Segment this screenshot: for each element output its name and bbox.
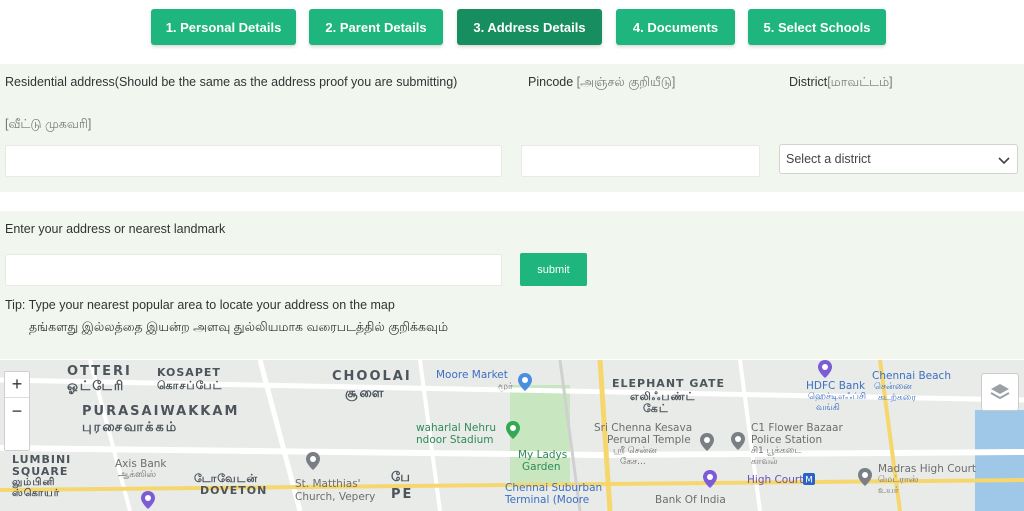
map-label-my-ladys: My Ladys: [518, 449, 568, 461]
map-pin-icon[interactable]: [818, 360, 832, 378]
map-label-police-ta: சி1 பூக்கடை: [751, 446, 802, 456]
map-pin-icon[interactable]: [518, 373, 532, 391]
pincode-label-text: Pincode: [528, 75, 574, 89]
map-label-chennai-suburban-2: Terminal (Moore: [505, 494, 590, 506]
district-label-text: District: [789, 75, 828, 89]
map-label-purasaiwakkam: PURASAIWAKKAM: [82, 404, 240, 419]
map-pin-icon[interactable]: [506, 421, 520, 439]
zoom-in-button[interactable]: +: [5, 372, 29, 398]
step-documents[interactable]: 4. Documents: [616, 9, 735, 45]
map-label-garden: Garden: [522, 461, 561, 473]
map-label-elephant-gate-ta-2: கேட்: [643, 402, 669, 415]
submit-button[interactable]: submit: [520, 253, 587, 286]
map-label-kosapet: KOSAPET: [157, 366, 221, 379]
tip-tamil-text: தங்களது இல்லத்தை இயன்ற அளவு துல்லியமாக வ…: [29, 320, 449, 334]
map-label-perumal-ta-2: கேச...: [620, 457, 646, 467]
map-label-madras-high-court: Madras High Court: [878, 463, 977, 475]
map-label-chennai-beach-ta: சென்னை: [874, 382, 912, 392]
map-label-c1-flower: C1 Flower Bazaar: [751, 422, 843, 434]
map-pin-icon[interactable]: [306, 452, 320, 470]
map-label-square-ta: ஸ்கொயர்: [12, 488, 60, 499]
map-label-hdfc-ta: ஹெச்டிஎஃப்சி: [808, 392, 867, 402]
chevron-down-icon: [998, 157, 1010, 165]
residential-address-tamil-label: [வீட்டு முகவரி]: [5, 117, 92, 131]
map-label-st-matthias-2: Church, Vepery: [295, 491, 376, 503]
district-select[interactable]: Select a district: [779, 144, 1018, 174]
residential-address-label: Residential address(Should be the same a…: [5, 75, 458, 89]
zoom-control: + −: [4, 371, 30, 451]
map-label-otteri: OTTERI: [67, 364, 132, 379]
step-parent-details[interactable]: 2. Parent Details: [309, 9, 443, 45]
landmark-input[interactable]: [5, 254, 502, 286]
map-label-choolai: CHOOLAI: [332, 369, 412, 384]
map-label-kosapet-ta: கொசப்பேட்: [157, 379, 223, 392]
map-label-hdfc-ta-2: வங்கி: [816, 403, 840, 413]
layers-icon: [990, 384, 1010, 400]
map-label-perumal-temple: Perumal Temple: [607, 434, 691, 446]
pincode-label: Pincode [அஞ்சல் குறியீடு]: [528, 73, 675, 92]
district-label: District[மாவட்டம்]: [789, 73, 893, 92]
map-label-axis-bank: Axis Bank: [115, 458, 167, 470]
step-address-details[interactable]: 3. Address Details: [457, 9, 602, 45]
map-label-madras-hc-ta-2: உயர்: [878, 486, 899, 496]
map-label-perumal-ta: ஸ்ரீ சென்ன: [613, 446, 658, 456]
map-label-moore-market-ta: மூர்: [498, 382, 513, 392]
map-label-pe-ta: பே: [391, 470, 412, 485]
map-label-elephant-gate: ELEPHANT GATE: [612, 377, 726, 390]
map-pin-icon[interactable]: [731, 432, 745, 450]
map-label-otteri-ta: ஓட்டேரி: [67, 379, 126, 394]
map-label-madras-hc-ta: மெட்ராஸ்: [878, 475, 919, 485]
pincode-tamil-label: [அஞ்சல் குறியீடு]: [576, 75, 676, 89]
landmark-label: Enter your address or nearest landmark: [5, 222, 226, 236]
step-navigation: 1. Personal Details 2. Parent Details 3.…: [0, 0, 1024, 62]
water-area: [975, 410, 1024, 511]
map-label-sri-chenna: Sri Chenna Kesava: [594, 422, 693, 434]
pincode-input[interactable]: [521, 145, 760, 177]
map-label-doveton: DOVETON: [200, 484, 268, 497]
map-label-moore-market: Moore Market: [436, 369, 508, 381]
tip-text: Tip: Type your nearest popular area to l…: [5, 298, 395, 312]
step-personal-details[interactable]: 1. Personal Details: [151, 9, 296, 45]
map-label-high-court: High Court: [747, 474, 804, 486]
map-label-jln-stadium-2: ndoor Stadium: [416, 434, 494, 446]
map-label-bank-of-india: Bank Of India: [655, 494, 726, 506]
map-label-choolai-ta: சூளை: [345, 386, 386, 401]
map-label-axis-bank-ta: ஆக்ஸிஸ்: [118, 470, 157, 480]
district-select-value: Select a district: [786, 152, 871, 166]
map-label-chennai-beach: Chennai Beach: [872, 370, 951, 382]
map-label-chennai-beach-ta-2: கடற்கரை: [878, 393, 916, 403]
step-select-schools[interactable]: 5. Select Schools: [748, 9, 886, 45]
map-pin-icon[interactable]: [703, 470, 717, 488]
metro-station-icon[interactable]: M: [803, 473, 815, 485]
map-label-jln-stadium: waharlal Nehru: [416, 422, 496, 434]
map-label-st-matthias: St. Matthias': [295, 478, 361, 490]
svg-text:M: M: [805, 476, 813, 486]
layers-button[interactable]: [981, 373, 1019, 411]
map-pin-icon[interactable]: [700, 433, 714, 451]
map-label-chennai-suburban: Chennai Suburban: [505, 482, 603, 494]
map-label-police-station: Police Station: [751, 434, 823, 446]
map-pin-icon[interactable]: [858, 468, 872, 486]
map-label-pe: PE: [391, 487, 414, 502]
map-pin-icon[interactable]: [141, 491, 155, 509]
district-tamil-label: [மாவட்டம்]: [827, 75, 893, 89]
zoom-out-button[interactable]: −: [5, 398, 29, 424]
map-label-police-ta-2: காவல்: [751, 457, 778, 467]
map-view[interactable]: OTTERI ஓட்டேரி KOSAPET கொசப்பேட் CHOOLAI…: [0, 360, 1024, 511]
map-label-purasaiwakkam-ta: புரசைவாக்கம்: [82, 420, 179, 435]
residential-address-input[interactable]: [5, 145, 502, 177]
map-label-hdfc-bank: HDFC Bank: [806, 380, 866, 392]
